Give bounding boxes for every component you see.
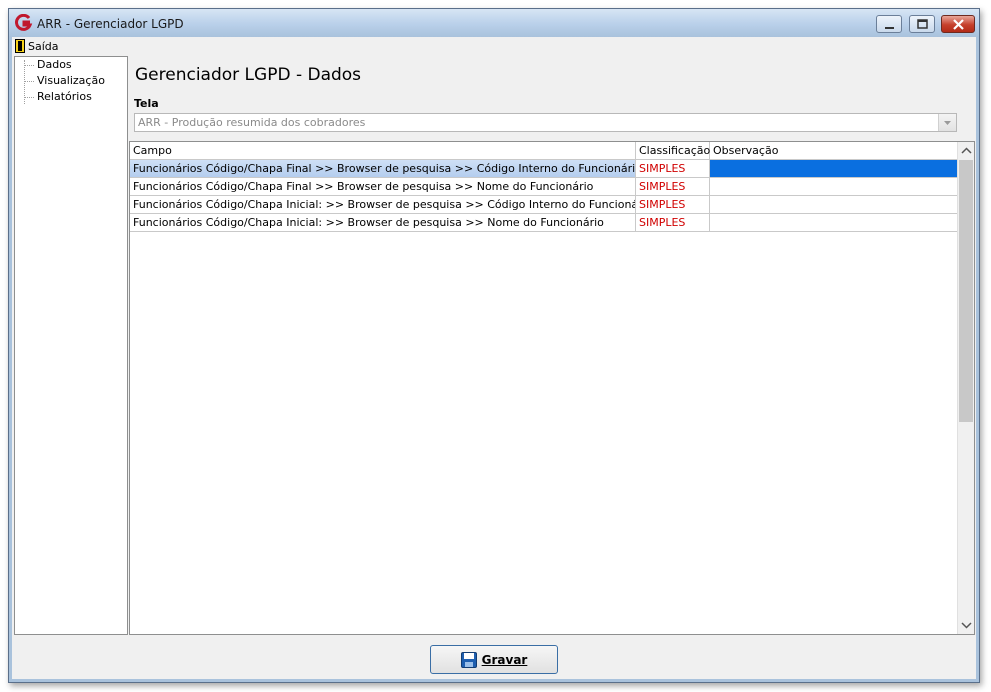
cell-classificacao[interactable]: SIMPLES	[636, 160, 710, 178]
cell-observacao[interactable]	[710, 196, 958, 214]
close-button[interactable]	[941, 15, 975, 33]
menu-exit-label: Saída	[28, 39, 59, 53]
cell-observacao[interactable]	[710, 178, 958, 196]
scrollbar-thumb[interactable]	[959, 160, 973, 422]
tela-label: Tela	[134, 97, 159, 110]
save-button[interactable]: Gravar	[430, 645, 558, 674]
tree-item-relatorios[interactable]: Relatórios	[24, 90, 92, 104]
tree-item-dados[interactable]: Dados	[24, 58, 72, 72]
save-button-label: Gravar	[481, 652, 528, 667]
table-row[interactable]: Funcionários Código/Chapa Final >> Brows…	[130, 178, 958, 196]
tree-item-visualizacao[interactable]: Visualização	[24, 74, 105, 88]
tela-select-value: ARR - Produção resumida dos cobradores	[138, 116, 366, 129]
maximize-icon	[917, 19, 928, 29]
column-header-campo[interactable]: Campo	[130, 142, 636, 159]
column-header-classificacao[interactable]: Classificação	[636, 142, 710, 159]
cell-observacao[interactable]	[710, 214, 958, 232]
table-row[interactable]: Funcionários Código/Chapa Inicial: >> Br…	[130, 196, 958, 214]
app-window: ARR - Gerenciador LGPD Saída Dados Visua…	[8, 8, 980, 683]
data-grid[interactable]: Campo Classificação Observação Funcionár…	[129, 141, 975, 635]
cell-campo[interactable]: Funcionários Código/Chapa Inicial: >> Br…	[130, 196, 636, 214]
maximize-button[interactable]	[909, 15, 935, 33]
tela-select[interactable]: ARR - Produção resumida dos cobradores	[134, 113, 957, 132]
button-bar: Gravar	[12, 635, 976, 679]
menu-item-exit[interactable]: Saída	[15, 38, 59, 54]
tela-dropdown-button[interactable]	[938, 114, 956, 131]
scroll-up-icon[interactable]	[958, 142, 975, 159]
cell-classificacao[interactable]: SIMPLES	[636, 196, 710, 214]
page-title: Gerenciador LGPD - Dados	[135, 65, 362, 85]
table-row[interactable]: Funcionários Código/Chapa Inicial: >> Br…	[130, 214, 958, 232]
navigation-tree: Dados Visualização Relatórios	[14, 56, 128, 635]
window-title: ARR - Gerenciador LGPD	[37, 17, 184, 31]
cell-observacao[interactable]	[710, 160, 958, 178]
menu-bar: Saída	[12, 37, 976, 55]
chevron-down-icon	[944, 121, 951, 125]
grid-header: Campo Classificação Observação	[130, 142, 958, 160]
title-bar[interactable]: ARR - Gerenciador LGPD	[9, 9, 979, 37]
table-row[interactable]: Funcionários Código/Chapa Final >> Brows…	[130, 160, 958, 178]
minimize-button[interactable]	[876, 15, 902, 33]
cell-campo[interactable]: Funcionários Código/Chapa Final >> Brows…	[130, 160, 636, 178]
client-area: Saída Dados Visualização Relatórios Gere…	[12, 37, 976, 679]
vertical-scrollbar[interactable]	[957, 142, 974, 634]
cell-campo[interactable]: Funcionários Código/Chapa Inicial: >> Br…	[130, 214, 636, 232]
cell-classificacao[interactable]: SIMPLES	[636, 178, 710, 196]
exit-door-icon	[15, 39, 25, 53]
floppy-disk-icon	[460, 651, 477, 668]
minimize-icon	[885, 27, 894, 29]
main-panel: Gerenciador LGPD - Dados Tela ARR - Prod…	[129, 56, 975, 636]
app-logo-icon	[15, 14, 33, 31]
close-icon	[953, 19, 964, 30]
cell-classificacao[interactable]: SIMPLES	[636, 214, 710, 232]
column-header-observacao[interactable]: Observação	[710, 142, 958, 159]
cell-campo[interactable]: Funcionários Código/Chapa Final >> Brows…	[130, 178, 636, 196]
scroll-down-icon[interactable]	[958, 617, 975, 634]
